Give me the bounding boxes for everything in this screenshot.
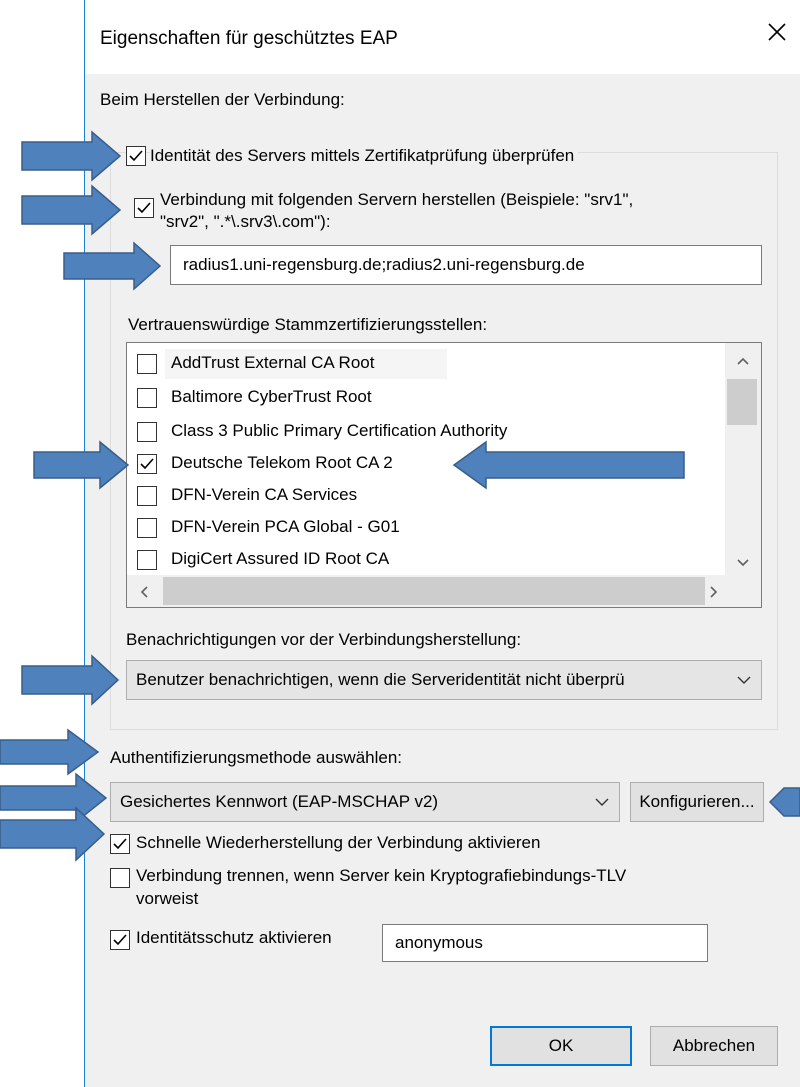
arrow-right-icon — [63, 241, 162, 291]
arrow-right-icon — [33, 440, 130, 490]
arrow-right-icon — [21, 184, 122, 236]
arrow-right-icon — [0, 772, 108, 824]
arrow-right-icon — [0, 728, 100, 776]
annotation-arrows — [0, 130, 800, 862]
arrow-left-icon — [768, 787, 800, 817]
arrow-right-icon — [0, 806, 106, 862]
arrow-left-icon — [452, 440, 685, 490]
arrow-right-icon — [21, 130, 122, 182]
arrow-right-icon — [21, 654, 120, 706]
